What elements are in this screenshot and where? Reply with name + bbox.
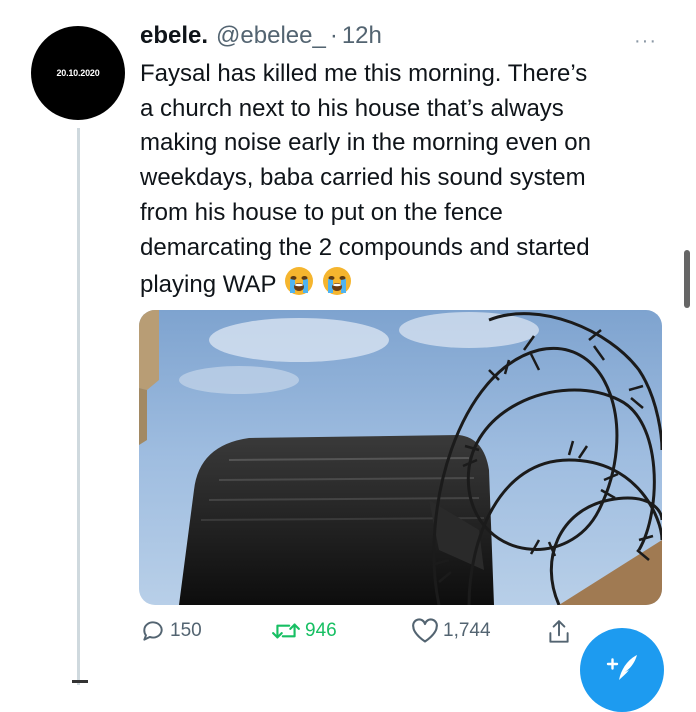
separator-dot: · (329, 22, 338, 49)
avatar[interactable]: 20.10.2020 (31, 26, 125, 120)
tweet-header: ebele. @ebelee_ · 12h (140, 22, 382, 56)
tweet-line: a church next to his house that’s always (140, 94, 564, 122)
tweet-line: Faysal has killed me this morning. There… (140, 60, 588, 87)
tweet-line: making noise early in the morning even o… (140, 129, 591, 157)
compose-tweet-icon (606, 655, 637, 680)
share-icon (549, 620, 569, 643)
like-count: 1,744 (443, 620, 491, 641)
scrollbar-thumb[interactable] (684, 250, 690, 308)
retweet-button[interactable]: 946 (271, 618, 337, 644)
like-button[interactable]: 1,744 (411, 618, 491, 644)
tweet-actions: 150 946 1,744 (140, 618, 590, 652)
tweet-text: Faysal has killed me this morning. There… (140, 57, 660, 308)
tweet-line: demarcating the 2 compounds and started (140, 233, 590, 261)
tweet-photo[interactable] (139, 310, 662, 605)
heart-icon (412, 618, 438, 643)
more-options-icon[interactable]: ··· (634, 30, 657, 53)
avatar-date-text: 20.10.2020 (56, 68, 100, 78)
tweet-timestamp[interactable]: 12h (342, 22, 382, 50)
speech-bubble-icon (143, 621, 163, 641)
loudly-crying-face-emoji (283, 265, 315, 308)
tweet-line: weekdays, baba carried his sound system (140, 164, 586, 192)
compose-tweet-button[interactable] (580, 628, 664, 712)
retweet-icon (272, 623, 300, 639)
tweet-line: from his house to put on the fence (140, 198, 503, 226)
display-name[interactable]: ebele. (140, 22, 208, 50)
user-handle[interactable]: @ebelee_ (216, 22, 326, 50)
retweet-count: 946 (305, 620, 337, 641)
tweet-line: playing WAP (140, 271, 277, 299)
bottom-divider (72, 680, 88, 683)
share-button[interactable] (546, 618, 576, 646)
reply-count: 150 (170, 620, 202, 641)
speaker-and-barbed-wire-photo (139, 310, 662, 605)
reply-button[interactable]: 150 (140, 618, 202, 644)
thread-line (77, 128, 80, 685)
loudly-crying-face-emoji (321, 265, 353, 308)
